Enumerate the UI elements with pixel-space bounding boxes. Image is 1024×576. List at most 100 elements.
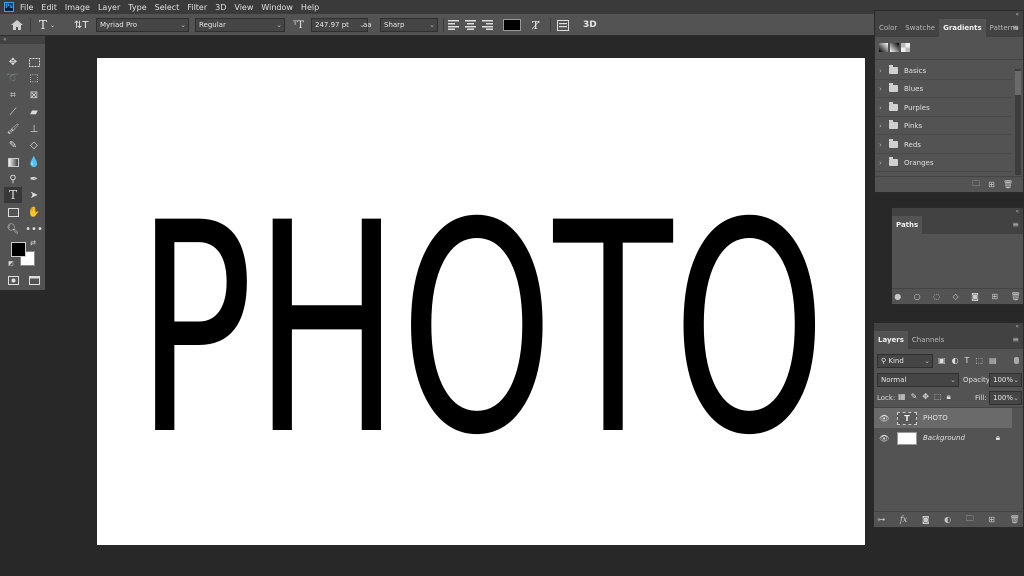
eraser-tool-icon[interactable]: ◇ (25, 137, 43, 153)
warp-text-icon[interactable]: Ⱦ (532, 17, 539, 33)
eyedropper-tool-icon[interactable]: ⟋ (4, 104, 22, 120)
new-gradient-icon[interactable]: ⊞ (988, 180, 995, 189)
filter-shape-icon[interactable]: ⬚ (975, 356, 983, 365)
document-canvas[interactable]: PHOTO (97, 58, 865, 545)
tab-paths[interactable]: Paths (892, 216, 923, 234)
collapse-toolbar-icon[interactable]: « (0, 36, 45, 44)
home-icon[interactable] (10, 17, 24, 33)
menu-layer[interactable]: Layer (98, 3, 120, 12)
gradient-preset-white-black[interactable] (890, 43, 899, 52)
align-right-button[interactable] (482, 17, 493, 33)
menu-select[interactable]: Select (155, 3, 180, 12)
trash-icon[interactable]: 🗑 (1003, 180, 1013, 189)
fill-path-icon[interactable]: ● (894, 292, 901, 301)
pen-tool-icon[interactable]: ✒ (25, 171, 43, 187)
move-tool-icon[interactable]: ✥ (4, 54, 22, 70)
new-path-icon[interactable]: ⊞ (991, 292, 998, 301)
foreground-color-swatch[interactable] (11, 242, 26, 257)
default-colors-icon[interactable]: ◩ (6, 258, 16, 268)
lock-artboard-icon[interactable]: ⬚ (934, 392, 942, 402)
layer-row-background[interactable]: 👁 Background 🔒︎ (874, 428, 1012, 448)
gradients-scrollbar[interactable] (1015, 69, 1021, 175)
menu-file[interactable]: File (20, 3, 33, 12)
antialias-select[interactable]: Sharp ⌄ (380, 18, 438, 32)
tab-gradients[interactable]: Gradients (939, 19, 986, 37)
menu-window[interactable]: Window (261, 3, 293, 12)
gradient-folder-basics[interactable]: › Basics (875, 62, 1013, 80)
gradient-folder-blues[interactable]: › Blues (875, 80, 1013, 98)
fill-input[interactable]: 100% ⌄ (989, 391, 1022, 405)
gradient-folder-reds[interactable]: › Reds (875, 136, 1013, 154)
font-style-select[interactable]: Regular ⌄ (195, 18, 285, 32)
opacity-input[interactable]: 100% ⌄ (989, 373, 1022, 387)
gradients-scrollbar-thumb[interactable] (1015, 71, 1021, 95)
rectangle-tool-icon[interactable] (4, 204, 22, 220)
filter-pixel-icon[interactable]: ▣ (938, 356, 946, 365)
more-tools-icon[interactable]: ••• (25, 221, 43, 237)
menu-type[interactable]: Type (128, 3, 146, 12)
trash-icon[interactable]: 🗑 (1011, 292, 1021, 301)
align-left-button[interactable] (448, 17, 459, 33)
tab-layers[interactable]: Layers (874, 331, 908, 349)
folder-icon[interactable]: 🗀 (972, 178, 980, 192)
zoom-tool-icon[interactable]: 🔍︎ (4, 221, 22, 237)
3d-button[interactable]: 3D (583, 17, 597, 33)
blend-mode-select[interactable]: Normal ⌄ (877, 373, 959, 387)
make-work-path-icon[interactable]: ◇ (953, 292, 959, 301)
filter-toggle-icon[interactable] (1014, 357, 1019, 364)
lasso-tool-icon[interactable]: ➰ (4, 70, 22, 86)
path-selection-tool-icon[interactable]: ➤ (25, 187, 43, 203)
clone-stamp-tool-icon[interactable]: ⊥ (25, 121, 43, 137)
filter-type-icon[interactable]: T (965, 356, 970, 365)
stroke-path-icon[interactable]: ○ (914, 292, 921, 301)
layer-filter-kind-select[interactable]: ⚲ Kind ⌄ (877, 354, 933, 368)
new-layer-icon[interactable]: ⊞ (988, 515, 995, 524)
dodge-tool-icon[interactable]: ⚲ (4, 171, 22, 187)
gradient-folder-oranges[interactable]: › Oranges (875, 154, 1013, 172)
tab-channels[interactable]: Channels (908, 331, 948, 349)
eye-icon[interactable]: 👁 (879, 414, 889, 423)
lock-image-icon[interactable]: ✎ (911, 392, 918, 402)
blur-tool-icon[interactable]: 💧 (25, 154, 43, 170)
panel-menu-icon[interactable]: ≡ (1012, 335, 1019, 344)
menu-3d[interactable]: 3D (215, 3, 226, 12)
lock-position-icon[interactable]: ✥ (922, 392, 929, 402)
filter-adjustment-icon[interactable]: ◐ (952, 356, 959, 365)
screen-mode-icon[interactable] (25, 272, 43, 288)
frame-tool-icon[interactable]: ⊠ (25, 87, 43, 103)
trash-icon[interactable]: 🗑 (1009, 515, 1019, 524)
font-family-select[interactable]: Myriad Pro ⌄ (96, 18, 189, 32)
align-center-button[interactable] (465, 17, 476, 33)
add-layer-style-icon[interactable]: fx (900, 515, 907, 524)
font-size-select[interactable]: 247.97 pt ⌄ (311, 18, 368, 32)
object-selection-tool-icon[interactable]: ⬚ (25, 70, 43, 86)
type-tool-icon[interactable]: T (4, 187, 22, 203)
canvas-text-photo[interactable]: PHOTO (136, 164, 826, 452)
eye-icon[interactable]: 👁 (879, 434, 889, 443)
canvas-text-layer[interactable]: PHOTO (119, 164, 843, 452)
gradient-preset-black-white[interactable] (879, 43, 888, 52)
menu-edit[interactable]: Edit (41, 3, 57, 12)
lock-transparent-icon[interactable]: ▦ (898, 392, 906, 402)
load-path-as-selection-icon[interactable]: ◌ (933, 292, 940, 301)
tab-color[interactable]: Color (875, 19, 901, 37)
hand-tool-icon[interactable]: ✋ (25, 204, 43, 220)
adjustment-layer-icon[interactable]: ◐ (944, 515, 951, 524)
quick-mask-icon[interactable] (4, 272, 22, 288)
panel-collapse-icon[interactable]: « (892, 208, 1023, 216)
link-layers-icon[interactable]: ⊶ (877, 515, 885, 524)
gradient-tool-icon[interactable] (4, 154, 22, 170)
panel-menu-icon[interactable]: ≡ (1012, 23, 1019, 32)
add-mask-icon[interactable]: ◙ (922, 515, 930, 524)
gradient-folder-purples[interactable]: › Purples (875, 99, 1013, 117)
menu-view[interactable]: View (234, 3, 253, 12)
panel-menu-icon[interactable]: ≡ (1012, 220, 1019, 229)
add-mask-icon[interactable]: ◙ (971, 292, 979, 301)
marquee-tool-icon[interactable] (25, 54, 43, 70)
healing-brush-tool-icon[interactable]: ▰ (25, 104, 43, 120)
menu-help[interactable]: Help (301, 3, 319, 12)
crop-tool-icon[interactable]: ⌗ (4, 87, 22, 103)
new-group-icon[interactable]: 🗀 (966, 513, 974, 527)
brush-tool-icon[interactable]: 🖌 (4, 121, 22, 137)
history-brush-tool-icon[interactable]: ✎ (4, 137, 22, 153)
